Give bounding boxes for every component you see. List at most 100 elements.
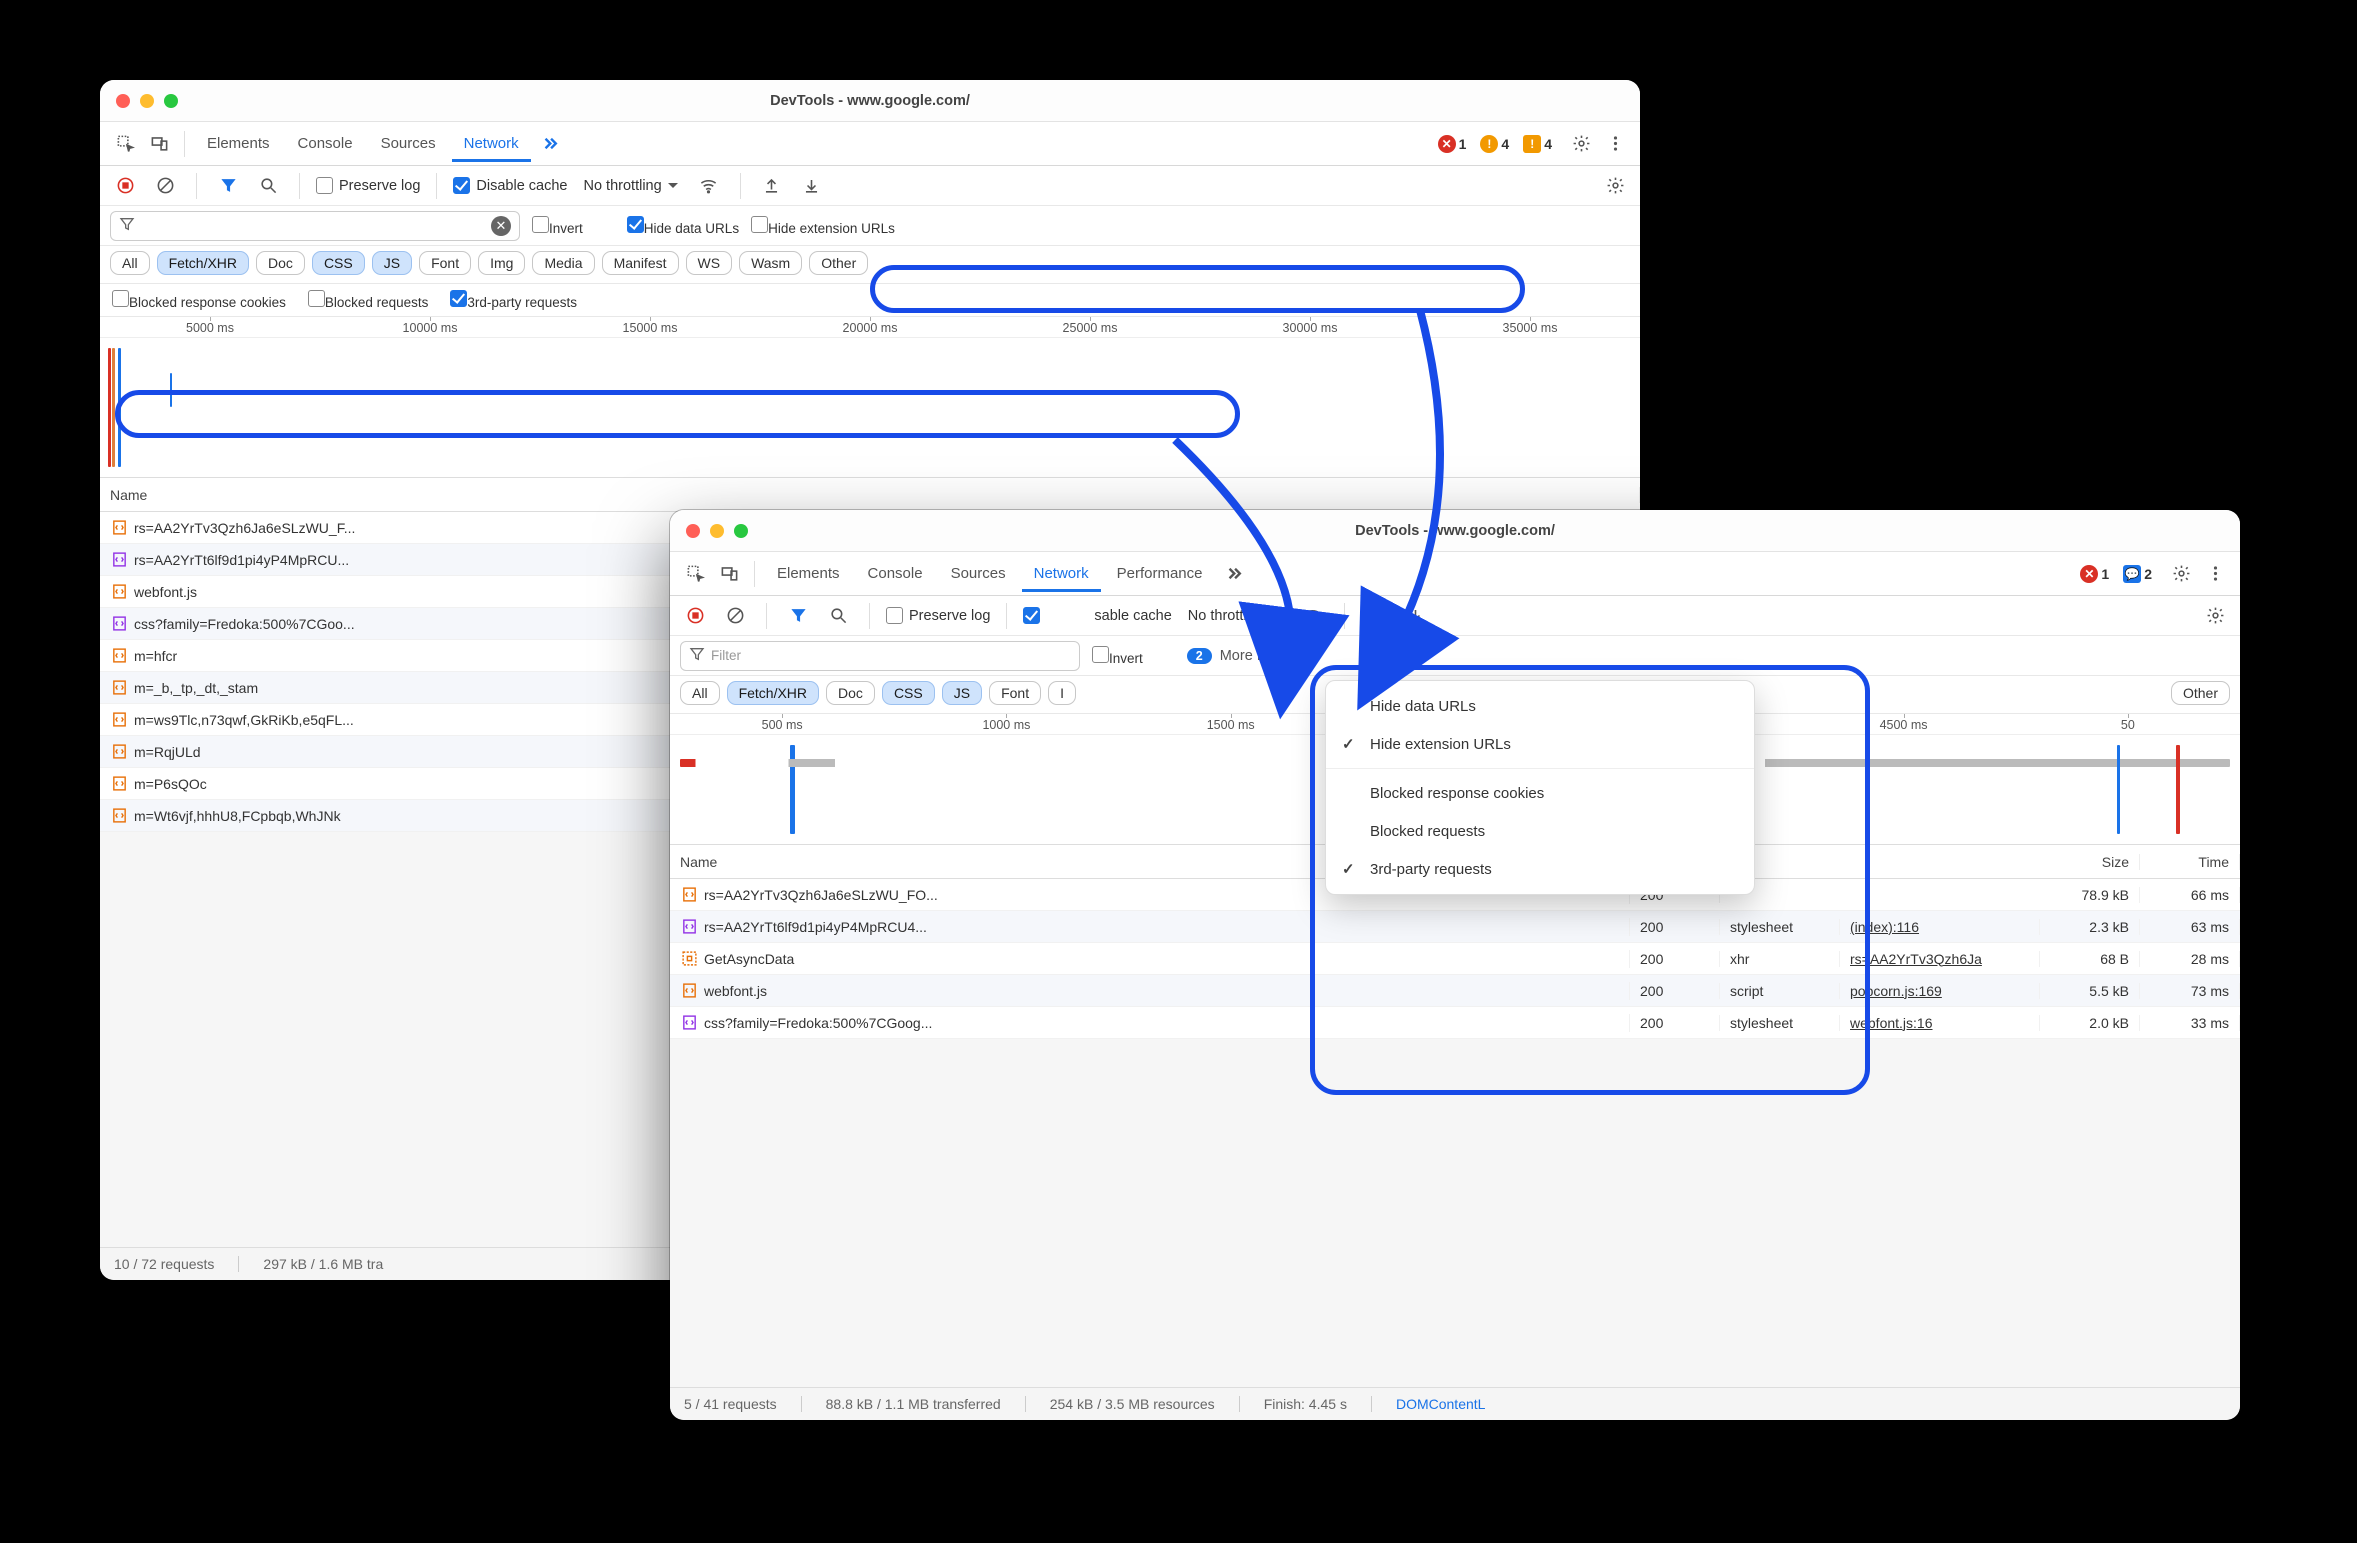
chip-all[interactable]: All <box>110 251 150 275</box>
minimize-icon[interactable] <box>140 94 154 108</box>
menu-item-hide-data-urls[interactable]: Hide data URLs <box>1326 687 1754 725</box>
tab-network[interactable]: Network <box>452 125 531 162</box>
inspect-icon[interactable] <box>110 129 140 159</box>
gear-icon[interactable] <box>2200 601 2230 631</box>
table-row[interactable]: webfont.js200scriptpopcorn.js:1695.5 kB7… <box>670 975 2240 1007</box>
cell-initiator[interactable]: (index):116 <box>1840 919 2040 935</box>
device-icon[interactable] <box>144 129 174 159</box>
chip-fetchxhr[interactable]: Fetch/XHR <box>727 681 819 705</box>
chip-font[interactable]: Font <box>419 251 471 275</box>
chip-media[interactable]: Media <box>532 251 594 275</box>
chip-doc[interactable]: Doc <box>256 251 305 275</box>
filter-input[interactable]: ✕ <box>110 211 520 241</box>
chip-i[interactable]: I <box>1048 681 1076 705</box>
search-icon[interactable] <box>823 601 853 631</box>
throttling-select[interactable]: No throttling <box>1182 605 1288 627</box>
filter-input[interactable]: Filter <box>680 641 1080 671</box>
chip-ws[interactable]: WS <box>686 251 733 275</box>
chip-other[interactable]: Other <box>809 251 868 275</box>
gear-icon[interactable] <box>1566 129 1596 159</box>
wifi-icon[interactable] <box>694 171 724 201</box>
funnel-icon[interactable] <box>213 171 243 201</box>
zoom-icon[interactable] <box>164 94 178 108</box>
gear-icon[interactable] <box>1600 171 1630 201</box>
gear-icon[interactable] <box>2166 559 2196 589</box>
hide-extension-urls-checkbox[interactable]: Hide extension URLs <box>751 216 895 236</box>
errors-badge[interactable]: ✕1 <box>2080 565 2109 583</box>
funnel-icon[interactable] <box>783 601 813 631</box>
kebab-icon[interactable] <box>2200 559 2230 589</box>
tab-elements[interactable]: Elements <box>765 555 852 592</box>
column-time[interactable]: Time <box>2140 854 2240 870</box>
clear-icon[interactable] <box>720 601 750 631</box>
preserve-log-checkbox[interactable]: Preserve log <box>316 177 420 194</box>
tab-console[interactable]: Console <box>286 125 365 162</box>
warnings-badge[interactable]: !4 <box>1480 135 1509 153</box>
throttling-select[interactable]: No throttling <box>577 175 683 197</box>
cell-initiator[interactable]: rs=AA2YrTv3Qzh6Ja <box>1840 951 2040 967</box>
chip-font[interactable]: Font <box>989 681 1041 705</box>
menu-item-blocked-requests[interactable]: Blocked requests <box>1326 812 1754 850</box>
record-icon[interactable] <box>110 171 140 201</box>
preserve-log-checkbox[interactable]: Preserve log <box>886 607 990 624</box>
table-row[interactable]: GetAsyncData200xhrrs=AA2YrTv3Qzh6Ja68 B2… <box>670 943 2240 975</box>
clear-icon[interactable] <box>150 171 180 201</box>
disable-cache-checkbox[interactable]: sable cache <box>1023 607 1171 624</box>
blocked-requests-checkbox[interactable]: Blocked requests <box>308 290 429 310</box>
device-icon[interactable] <box>714 559 744 589</box>
chip-wasm[interactable]: Wasm <box>739 251 802 275</box>
chip-css[interactable]: CSS <box>312 251 365 275</box>
cell-initiator[interactable]: webfont.js:16 <box>1840 1015 2040 1031</box>
close-icon[interactable] <box>686 524 700 538</box>
more-tabs-icon[interactable] <box>1219 559 1249 589</box>
more-filters-dropdown[interactable]: 2 More filters <box>1187 648 1310 664</box>
table-row[interactable]: css?family=Fredoka:500%7CGoog...200style… <box>670 1007 2240 1039</box>
errors-badge[interactable]: ✕1 <box>1438 135 1467 153</box>
chip-js[interactable]: JS <box>942 681 982 705</box>
menu-item-hide-extension-urls[interactable]: Hide extension URLs <box>1326 725 1754 763</box>
invert-checkbox[interactable]: Invert <box>532 216 583 236</box>
record-icon[interactable] <box>680 601 710 631</box>
column-size[interactable]: Size <box>2040 854 2140 870</box>
issues-badge[interactable]: !4 <box>1523 135 1552 153</box>
tab-console[interactable]: Console <box>856 555 935 592</box>
table-row[interactable]: rs=AA2YrTt6lf9d1pi4yP4MpRCU4...200styles… <box>670 911 2240 943</box>
tab-network[interactable]: Network <box>1022 555 1101 592</box>
tab-sources[interactable]: Sources <box>369 125 448 162</box>
chip-doc[interactable]: Doc <box>826 681 875 705</box>
more-filters-menu[interactable]: Hide data URLsHide extension URLs Blocked… <box>1325 680 1755 895</box>
zoom-icon[interactable] <box>734 524 748 538</box>
minimize-icon[interactable] <box>710 524 724 538</box>
inspect-icon[interactable] <box>680 559 710 589</box>
chip-img[interactable]: Img <box>478 251 525 275</box>
menu-item-3rd-party-requests[interactable]: 3rd-party requests <box>1326 850 1754 888</box>
search-icon[interactable] <box>253 171 283 201</box>
download-icon[interactable] <box>797 171 827 201</box>
messages-badge[interactable]: 💬2 <box>2123 565 2152 583</box>
chip-css[interactable]: CSS <box>882 681 935 705</box>
close-icon[interactable] <box>116 94 130 108</box>
third-party-requests-checkbox[interactable]: 3rd-party requests <box>450 290 577 310</box>
waterfall-overview[interactable] <box>100 338 1640 478</box>
chip-other[interactable]: Other <box>2171 681 2230 705</box>
tab-sources[interactable]: Sources <box>939 555 1018 592</box>
chip-all[interactable]: All <box>680 681 720 705</box>
clear-filter-icon[interactable]: ✕ <box>491 216 511 236</box>
disable-cache-checkbox[interactable]: Disable cache <box>453 177 567 194</box>
menu-item-blocked-response-cookies[interactable]: Blocked response cookies <box>1326 774 1754 812</box>
chip-js[interactable]: JS <box>372 251 412 275</box>
invert-checkbox[interactable]: Invert <box>1092 646 1143 666</box>
download-icon[interactable] <box>1401 601 1431 631</box>
upload-icon[interactable] <box>757 171 787 201</box>
column-name[interactable]: Name <box>100 487 1640 503</box>
tab-performance[interactable]: Performance <box>1105 555 1215 592</box>
chip-manifest[interactable]: Manifest <box>602 251 679 275</box>
upload-icon[interactable] <box>1361 601 1391 631</box>
hide-data-urls-checkbox[interactable]: Hide data URLs <box>627 216 739 236</box>
kebab-icon[interactable] <box>1600 129 1630 159</box>
tab-elements[interactable]: Elements <box>195 125 282 162</box>
cell-initiator[interactable]: popcorn.js:169 <box>1840 983 2040 999</box>
more-tabs-icon[interactable] <box>535 129 565 159</box>
blocked-response-cookies-checkbox[interactable]: Blocked response cookies <box>112 290 286 310</box>
wifi-icon[interactable] <box>1298 601 1328 631</box>
